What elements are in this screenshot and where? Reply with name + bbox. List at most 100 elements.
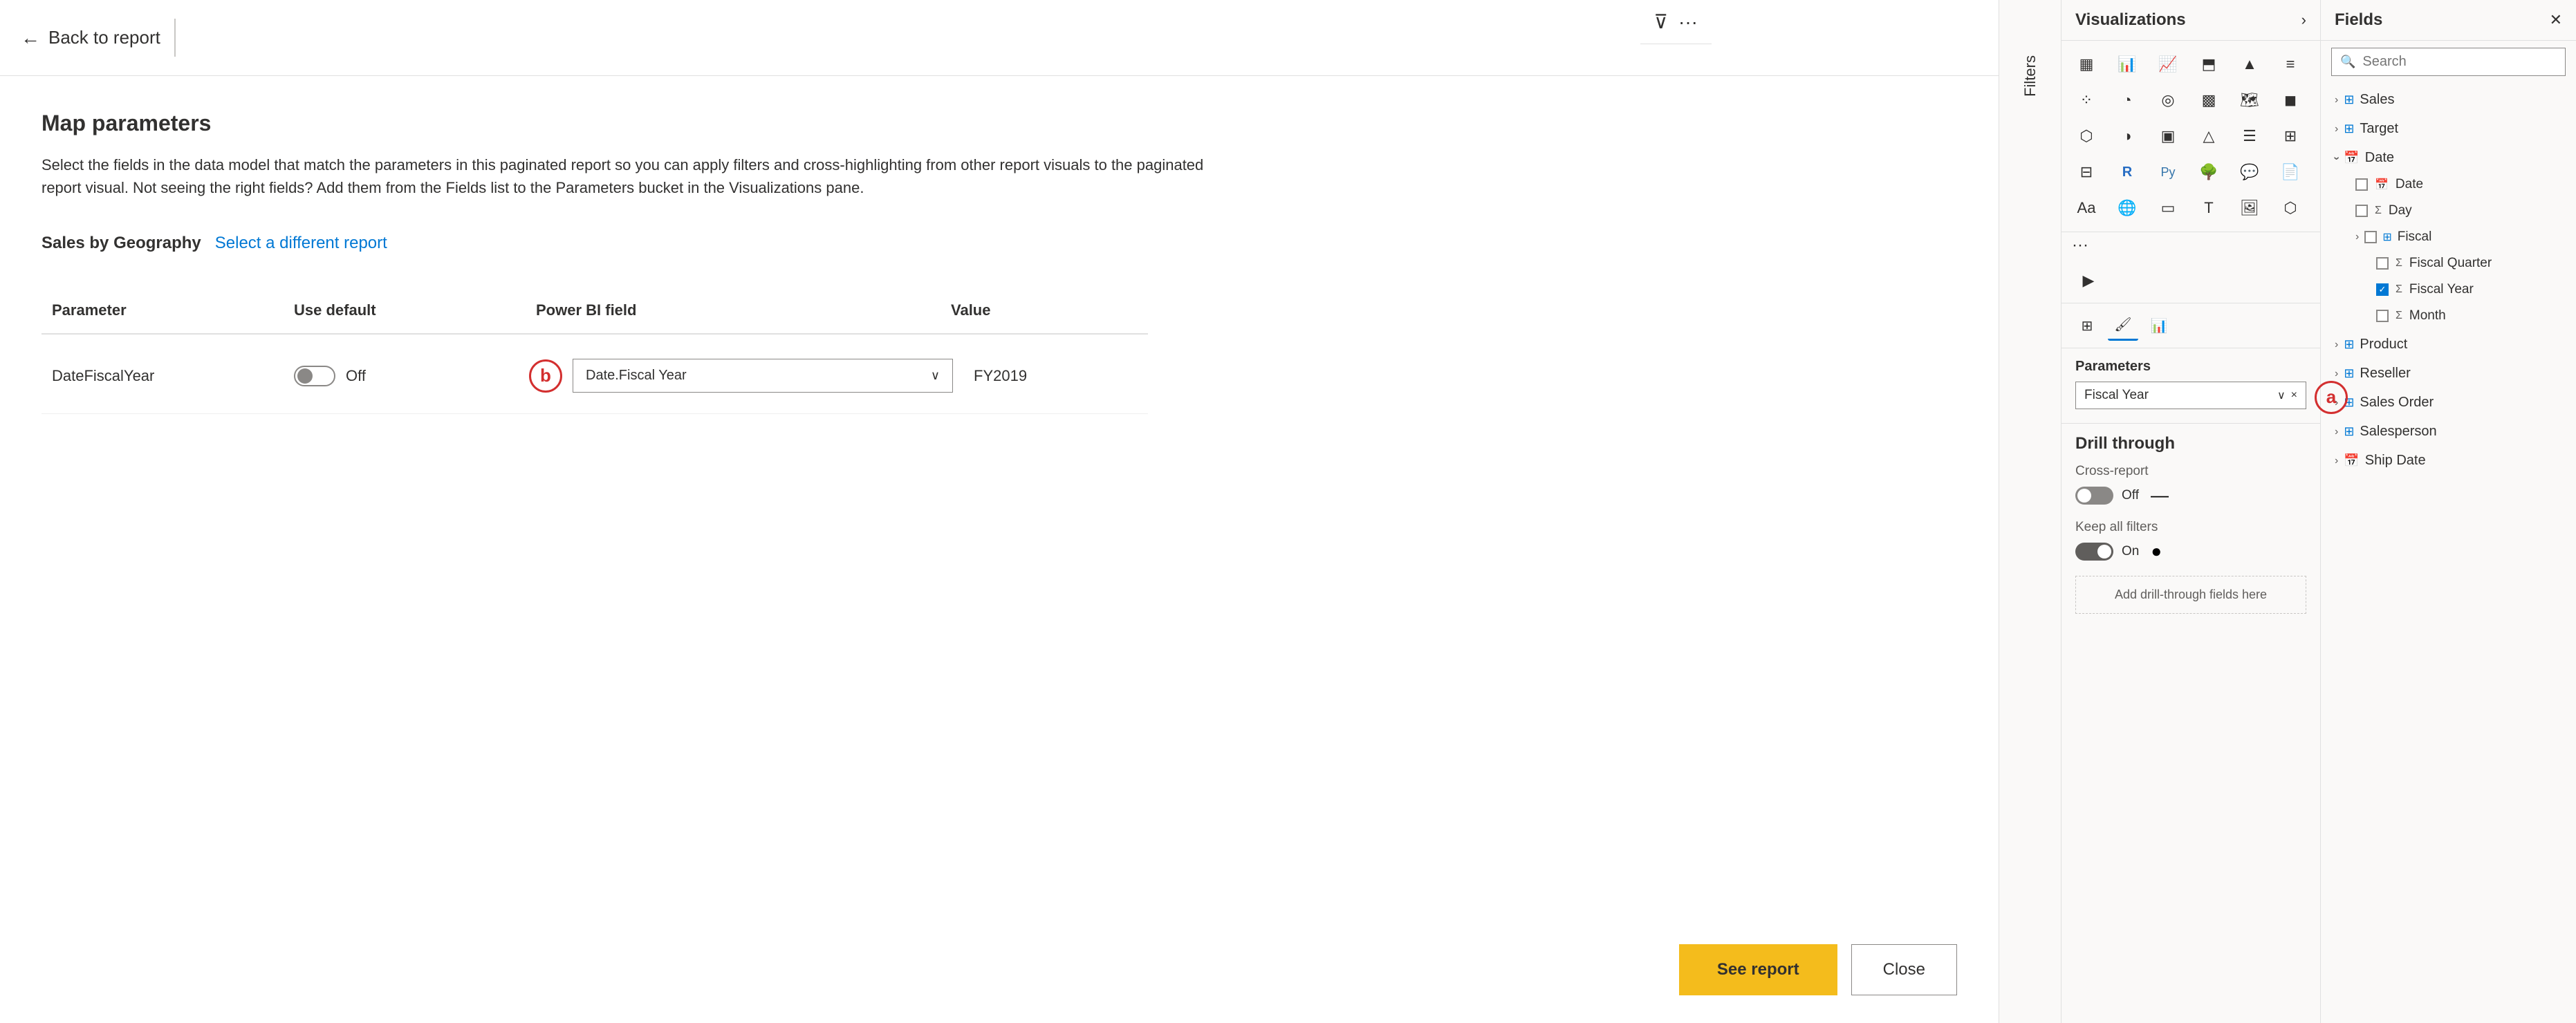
viz-column-chart-icon[interactable]: 📊 [2111,48,2144,81]
viz-map-icon[interactable]: 🗺 [2233,84,2266,117]
viz-textbox-icon[interactable]: T [2192,191,2225,225]
viz-r-icon[interactable]: R [2111,156,2144,189]
parameters-field-row: Fiscal Year ∨ × a [2075,382,2306,413]
report-name-label: Sales by Geography [41,234,201,253]
cross-report-toggle[interactable] [2075,487,2113,505]
field-item-fiscal[interactable]: › ⊞ Fiscal [2348,224,2569,250]
viz-shape-icon[interactable]: ▭ [2151,191,2185,225]
dropdown-arrow-icon: ∨ [931,368,940,383]
fields-list: › ⊞ Sales › ⊞ Target › 📅 Date [2321,83,2576,1023]
viz-slicer-icon[interactable]: ☰ [2233,120,2266,153]
fiscal-year-checkbox[interactable] [2376,283,2389,296]
field-group-name: Ship Date [2365,453,2426,469]
day-checkbox[interactable] [2355,205,2368,217]
viz-card-icon[interactable]: ▣ [2151,120,2185,153]
field-item-date[interactable]: 📅 Date [2348,171,2569,198]
use-default-toggle[interactable] [294,366,335,386]
field-group-target-header[interactable]: › ⊞ Target [2328,115,2569,142]
field-group-salesperson-header[interactable]: › ⊞ Salesperson [2328,418,2569,445]
field-item-month[interactable]: Σ Month [2369,303,2569,329]
viz-tab-format[interactable]: 🖌 [2108,310,2138,341]
field-group-sales-order-header[interactable]: › ⊞ Sales Order [2328,389,2569,416]
field-group-sales-header[interactable]: › ⊞ Sales [2328,86,2569,113]
field-type-icon: Σ [2396,257,2402,270]
field-group-product-header[interactable]: › ⊞ Product [2328,331,2569,358]
fiscal-checkbox[interactable] [2364,231,2377,243]
viz-funnel-icon[interactable]: ⬡ [2070,120,2103,153]
viz-scatter-icon[interactable]: ⁘ [2070,84,2103,117]
back-to-report-link[interactable]: ← Back to report [21,27,160,49]
select-report-link[interactable]: Select a different report [215,234,387,253]
viz-azure-map-icon[interactable]: 🌐 [2111,191,2144,225]
field-dropdown[interactable]: Date.Fiscal Year ∨ [573,359,953,393]
calendar-icon: 📅 [2344,453,2359,468]
special-icon-row: ▶ [2061,259,2320,303]
ellipsis-icon[interactable]: ··· [1678,11,1698,33]
viz-filled-map-icon[interactable]: ◼ [2274,84,2307,117]
keep-filters-label: Keep all filters [2075,520,2306,535]
viz-stacked-icon[interactable]: ≡ [2274,48,2307,81]
viz-line-chart-icon[interactable]: 📈 [2151,48,2185,81]
field-item-fiscal-quarter[interactable]: Σ Fiscal Quarter [2369,250,2569,276]
cross-report-state: Off [2122,488,2139,503]
viz-treemap-icon[interactable]: ▩ [2192,84,2225,117]
field-group-name: Sales Order [2360,395,2434,411]
fields-search-box[interactable]: 🔍 [2331,48,2566,76]
parameters-field[interactable]: Fiscal Year ∨ × [2075,382,2306,409]
chevron-right-icon[interactable]: › [2301,11,2306,29]
viz-area-chart-icon[interactable]: ▲ [2233,48,2266,81]
close-button[interactable]: Close [1851,944,1957,995]
chevron-right-icon: › [2335,94,2338,106]
viz-kpi-icon[interactable]: △ [2192,120,2225,153]
field-group-date-header[interactable]: › 📅 Date [2328,144,2569,171]
viz-table-icon[interactable]: ⊞ [2274,120,2307,153]
param-field-close[interactable]: × [2291,389,2297,402]
param-field-chevron[interactable]: ∨ [2277,388,2286,402]
field-type-icon: ⊞ [2382,230,2391,244]
field-group-reseller-header[interactable]: › ⊞ Reseller [2328,360,2569,387]
table-icon: ⊞ [2344,122,2354,136]
viz-decomp-icon[interactable]: 🌳 [2192,156,2225,189]
viz-matrix-icon[interactable]: ⊟ [2070,156,2103,189]
viz-py-icon[interactable]: Py [2151,156,2185,189]
field-item-label: Day [2389,203,2412,218]
see-report-button[interactable]: See report [1679,944,1837,995]
fiscal-quarter-checkbox[interactable] [2376,257,2389,270]
video-icon[interactable]: ▶ [2072,264,2105,297]
field-group-name: Date [2365,150,2394,166]
viz-qa-icon[interactable]: 💬 [2233,156,2266,189]
viz-donut-icon[interactable]: ◎ [2151,84,2185,117]
viz-image-icon[interactable]: 🖼 [2233,191,2266,225]
field-group-ship-date-header[interactable]: › 📅 Ship Date [2328,447,2569,474]
viz-tab-analytics[interactable]: 📊 [2144,310,2174,341]
field-item-fiscal-year[interactable]: Σ Fiscal Year [2369,276,2569,303]
date-checkbox[interactable] [2355,178,2368,191]
field-item-day[interactable]: Σ Day [2348,198,2569,224]
keep-filters-toggle[interactable] [2075,543,2113,561]
chevron-down-icon: › [2331,156,2343,160]
visualizations-panel: Visualizations › ▦ 📊 📈 ⬒ ▲ ≡ ⁘ ◔ ◎ ▩ 🗺 ◼… [2061,0,2320,1023]
viz-combo-chart-icon[interactable]: ⬒ [2192,48,2225,81]
viz-paginated-icon[interactable]: 📄 [2274,156,2307,189]
date-sub-items: 📅 Date Σ Day › ⊞ Fiscal [2328,171,2569,329]
viz-smart-narrative-icon[interactable]: Aa [2070,191,2103,225]
field-group-name: Sales [2360,92,2394,108]
field-type-icon: Σ [2396,283,2402,296]
search-input[interactable] [2362,54,2557,70]
annotation-b: b [529,359,562,393]
filter-icon[interactable]: ⊽ [1654,10,1669,33]
fields-close-icon[interactable]: ✕ [2550,11,2562,29]
field-dropdown-value: Date.Fiscal Year [586,368,687,384]
power-bi-field-cell: b Date.Fiscal Year ∨ [526,352,963,400]
month-checkbox[interactable] [2376,310,2389,322]
viz-tab-fields[interactable]: ⊞ [2072,310,2102,341]
viz-pie-icon[interactable]: ◔ [2111,84,2144,117]
chevron-right-icon: › [2335,123,2338,135]
viz-button-icon[interactable]: ⬡ [2274,191,2307,225]
field-group-target: › ⊞ Target [2328,115,2569,142]
field-group-name: Target [2360,121,2398,137]
viz-more-options[interactable]: ··· [2061,232,2320,259]
viz-gauge-icon[interactable]: ◑ [2111,120,2144,153]
keep-filters-knob [2097,545,2111,559]
viz-bar-chart-icon[interactable]: ▦ [2070,48,2103,81]
